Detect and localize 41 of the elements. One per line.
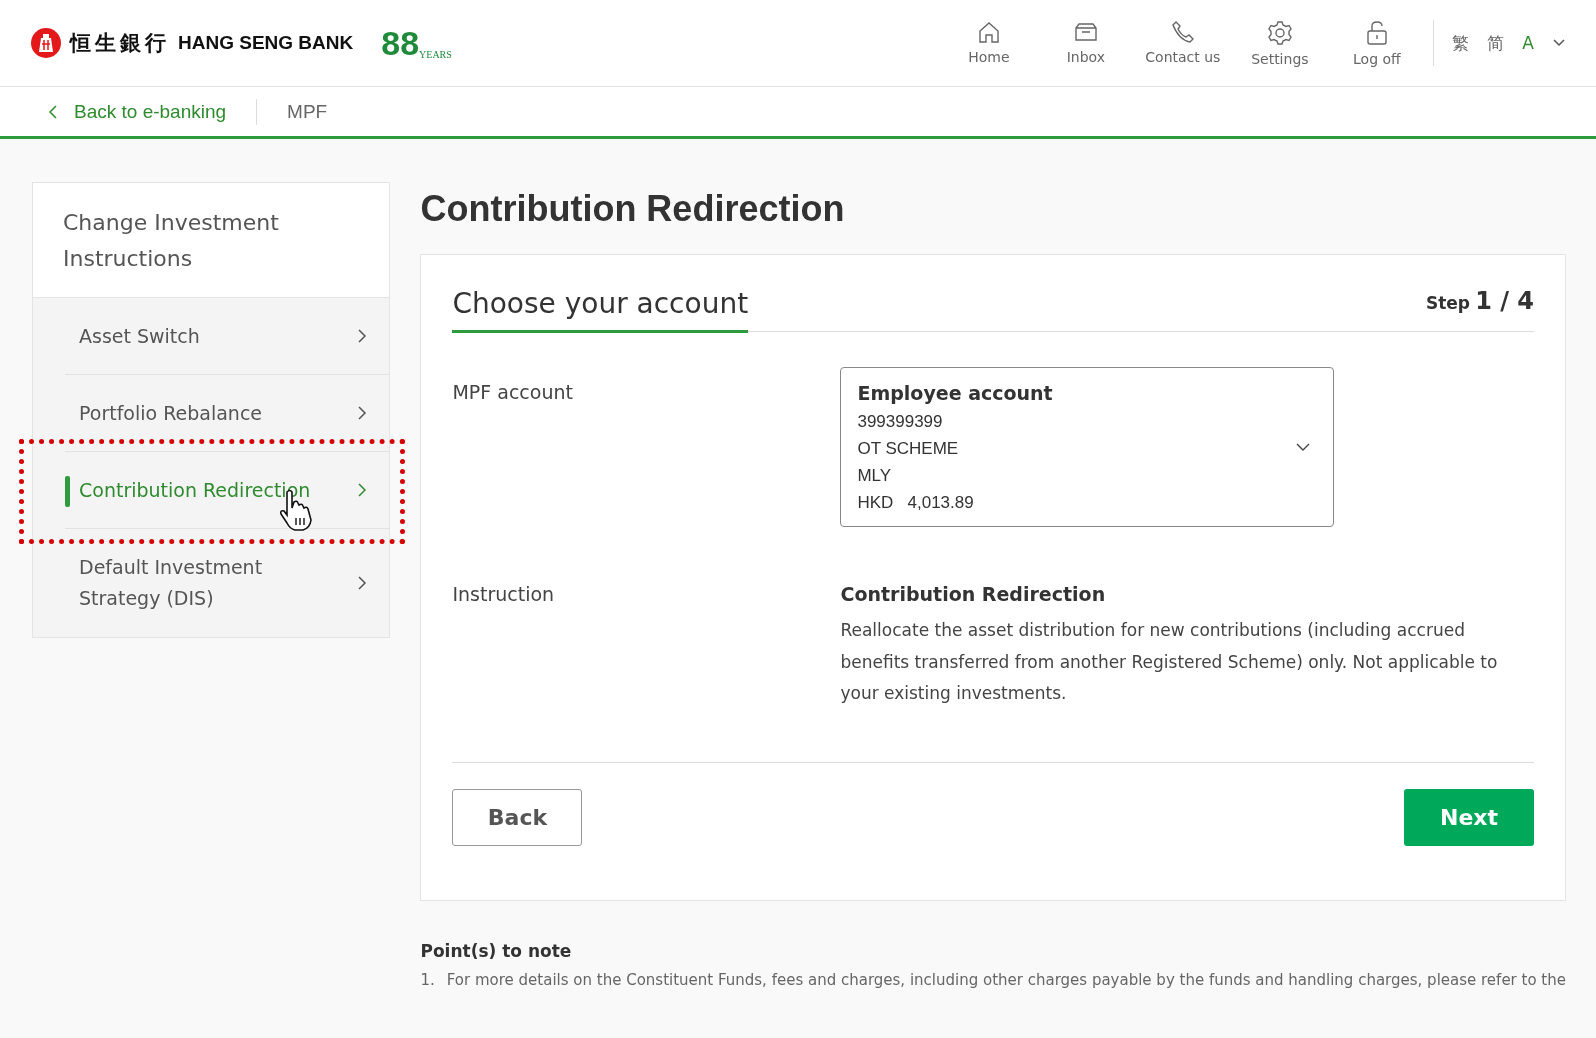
breadcrumb-current: MPF [287,100,328,123]
field-label: MPF account [452,380,574,405]
chevron-right-icon [357,482,368,498]
chevron-right-icon [357,328,368,344]
language-option[interactable]: 繁 [1452,31,1470,55]
section-title: Choose your account [452,287,749,333]
open-lock-icon [1364,19,1389,46]
sidebar-item[interactable]: Portfolio Rebalance [65,375,390,452]
chevron-down-icon [1295,442,1312,452]
chevron-down-icon[interactable] [1552,38,1566,48]
sidebar-title: Change Investment Instructions [33,183,390,298]
notes-title: Point(s) to note [420,940,573,961]
field-label: Instruction [452,583,556,607]
nav-link[interactable]: Settings [1231,19,1329,67]
bank-name: HANG SENG BANK [178,32,354,54]
nav-link[interactable]: Home [940,19,1038,67]
nav-link[interactable]: Contact us [1134,19,1232,67]
nav-link[interactable]: Log off [1328,19,1426,67]
instruction-text: Reallocate the asset distribution for new contributions (including accrued benefits transferred from another Registered Scheme) only. Not applicable to your existing investments. [840,619,1499,705]
page-title: Contribution Redirection [420,188,846,230]
note-text: For more details on the Constituent Funds, fees and charges, including other charges payable by the funds and handling charges, please refer to the [446,970,1566,989]
step-indicator: Step 1 / 4 [1425,287,1534,317]
language-option[interactable]: A [1522,33,1534,53]
sidebar-item[interactable]: Default Investment Strategy (DIS) [65,529,390,637]
back-link[interactable]: Back to e-banking [48,100,227,123]
instruction-title: Contribution Redirection [840,583,1107,605]
nav-link[interactable]: Inbox [1037,19,1135,67]
chevron-right-icon [357,575,368,591]
phone-icon [1170,19,1195,44]
sidebar-item[interactable]: Asset Switch [65,298,390,375]
back-button[interactable]: Back [452,788,583,846]
note-number: 1. [420,970,435,989]
anniversary-logo: 88YEARS [381,26,452,60]
settings-icon [1266,19,1293,46]
chevron-right-icon [357,405,368,421]
account-dropdown[interactable]: Employee account 399399399 OT SCHEME MLY HKD 4,013.89 [840,367,1335,527]
bank-name-chinese: 恒生銀行 [70,29,170,57]
language-option[interactable]: 简 [1487,31,1505,55]
next-button[interactable]: Next [1404,788,1534,846]
bank-logo-icon [30,27,62,59]
chevron-left-icon [48,104,58,119]
